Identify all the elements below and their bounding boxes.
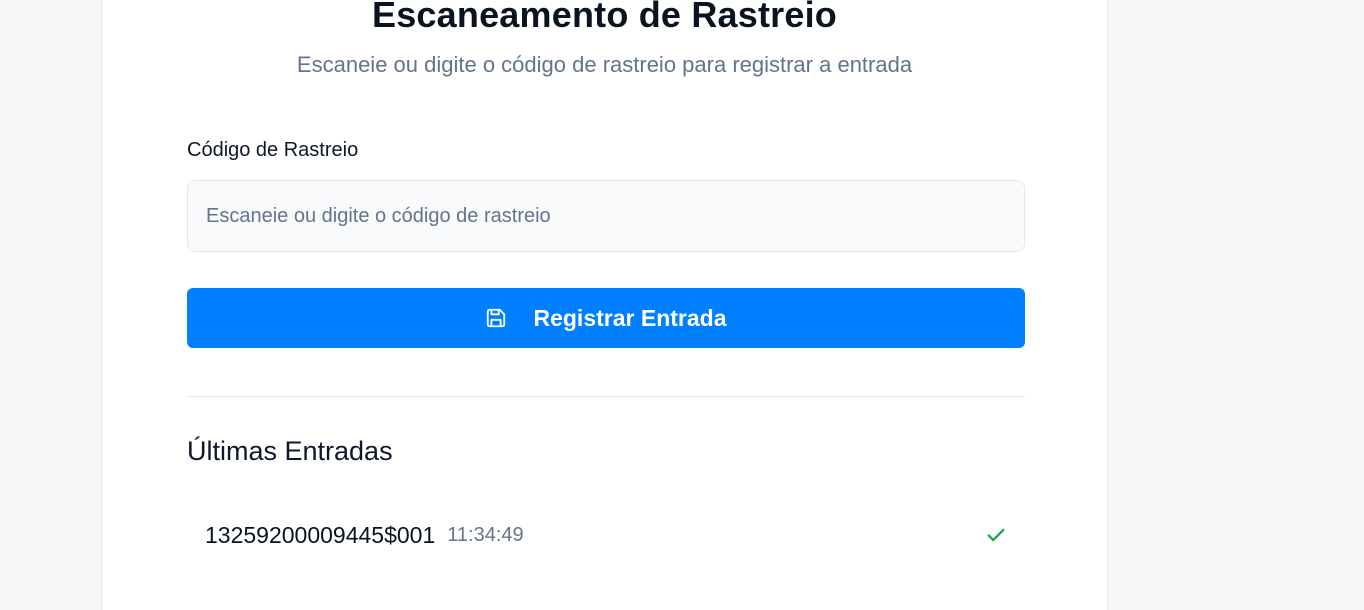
section-divider: [187, 396, 1025, 397]
entry-tracking-code: 13259200009445$001: [205, 521, 436, 548]
tracking-code-input[interactable]: [187, 180, 1025, 252]
tracking-code-label: Código de Rastreio: [187, 139, 359, 161]
save-icon: [485, 307, 507, 329]
register-entry-label: Registrar Entrada: [533, 304, 727, 331]
register-entry-button[interactable]: Registrar Entrada: [187, 288, 1025, 348]
check-icon: [985, 524, 1007, 546]
page-title: Escaneamento de Rastreio: [372, 0, 837, 35]
page-subtitle: Escaneie ou digite o código de rastreio …: [296, 52, 913, 77]
scan-card: Escaneamento de Rastreio Escaneie ou dig…: [101, 0, 1108, 610]
list-item: 13259200009445$001 11:34:49: [187, 510, 1025, 560]
recent-entries-title: Últimas Entradas: [187, 436, 393, 466]
entry-timestamp: 11:34:49: [447, 523, 524, 546]
